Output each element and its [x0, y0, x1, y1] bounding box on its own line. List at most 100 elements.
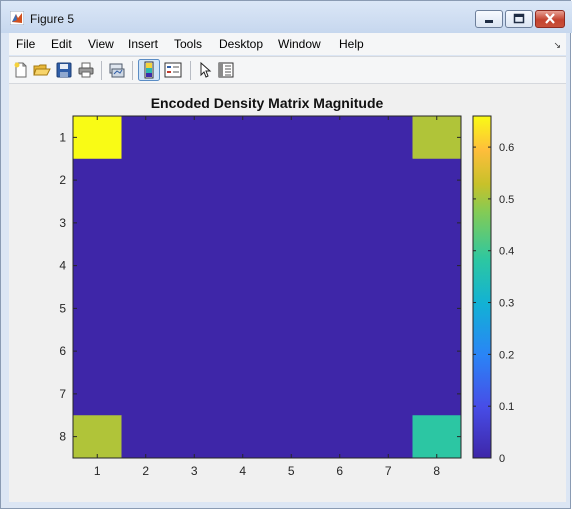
- heatmap-cell: [412, 116, 462, 160]
- heatmap-cell: [73, 158, 122, 202]
- heatmap-cell: [267, 287, 316, 331]
- y-tick-label: 3: [59, 216, 66, 230]
- heatmap-cell: [412, 244, 462, 288]
- heatmap-cell: [73, 329, 122, 373]
- heatmap-cell: [315, 244, 365, 288]
- x-tick-label: 5: [288, 464, 295, 478]
- menu-view[interactable]: View: [88, 37, 114, 51]
- menu-desktop[interactable]: Desktop: [219, 37, 263, 51]
- x-tick-label: 3: [191, 464, 198, 478]
- heatmap-cell: [218, 372, 268, 416]
- property-inspector-icon[interactable]: [217, 61, 235, 79]
- colorbar-tick-label: 0.3: [499, 298, 514, 310]
- heatmap-cell: [267, 372, 316, 416]
- link-plot-icon[interactable]: [108, 61, 126, 79]
- heatmap-cell: [267, 329, 316, 373]
- heatmap-cell: [364, 244, 413, 288]
- heatmap-cell: [73, 415, 122, 459]
- toolbar-separator: [190, 61, 191, 80]
- heatmap-cell: [315, 415, 365, 459]
- heatmap-cell: [218, 287, 268, 331]
- print-icon[interactable]: [77, 61, 95, 79]
- heatmap-cell: [315, 116, 365, 160]
- heatmap-cell: [364, 372, 413, 416]
- heatmap-cell: [218, 329, 268, 373]
- menu-tools[interactable]: Tools: [174, 37, 202, 51]
- heatmap-cell: [267, 116, 316, 160]
- title-bar[interactable]: Figure 5: [1, 1, 572, 33]
- menu-file[interactable]: File: [16, 37, 35, 51]
- heatmap-cell: [267, 244, 316, 288]
- minimize-button[interactable]: [475, 10, 503, 28]
- figure-window: Figure 5 File Edit View Insert Tools Des…: [0, 0, 572, 509]
- heatmap-cell: [412, 287, 462, 331]
- colorbar[interactable]: 0 0.1 0.2 0.3 0.4 0.5 0.6: [472, 115, 514, 465]
- heatmap-cell: [170, 244, 219, 288]
- heatmap-cell: [364, 415, 413, 459]
- y-tick-label: 7: [59, 387, 66, 401]
- x-tick-label: 7: [385, 464, 392, 478]
- pointer-icon[interactable]: [196, 61, 214, 79]
- y-tick-label: 8: [59, 430, 66, 444]
- menu-window[interactable]: Window: [278, 37, 321, 51]
- y-tick-label: 2: [59, 173, 66, 187]
- heatmap-cell: [315, 158, 365, 202]
- close-button[interactable]: [535, 10, 565, 28]
- heatmap-cell: [170, 116, 219, 160]
- x-tick-label: 4: [239, 464, 246, 478]
- heatmap-cell: [412, 329, 462, 373]
- insert-colorbar-icon[interactable]: [138, 59, 160, 81]
- heatmap-cell: [218, 201, 268, 245]
- y-tick-label: 1: [59, 130, 66, 144]
- heatmap-cell: [364, 158, 413, 202]
- heatmap-cell: [315, 372, 365, 416]
- heatmap-cell: [315, 201, 365, 245]
- colorbar-tick-label: 0.1: [499, 401, 514, 413]
- colorbar-gradient: [473, 116, 491, 458]
- heatmap-cell: [218, 158, 268, 202]
- heatmap-cell: [170, 158, 219, 202]
- heatmap-cell: [315, 329, 365, 373]
- heatmap-cell: [73, 372, 122, 416]
- menu-insert[interactable]: Insert: [128, 37, 158, 51]
- heatmap-cell: [73, 116, 122, 160]
- colorbar-tick-label: 0: [499, 453, 505, 465]
- heatmap-cell: [267, 415, 316, 459]
- y-tick-label: 4: [59, 259, 66, 273]
- chart-title: Encoded Density Matrix Magnitude: [151, 95, 384, 111]
- heatmap-cell: [121, 287, 171, 331]
- maximize-icon: [513, 13, 525, 24]
- colorbar-tick-label: 0.4: [499, 246, 514, 258]
- open-file-icon[interactable]: [33, 61, 51, 79]
- maximize-button[interactable]: [505, 10, 533, 28]
- heatmap-cell: [170, 372, 219, 416]
- heatmap-cell: [315, 287, 365, 331]
- heatmap-cell: [218, 415, 268, 459]
- x-tick-label: 6: [336, 464, 343, 478]
- heatmap-cell: [170, 201, 219, 245]
- menu-edit[interactable]: Edit: [51, 37, 72, 51]
- heatmap-cell: [121, 372, 171, 416]
- heatmap-cell: [121, 158, 171, 202]
- toolbar-separator: [101, 61, 102, 80]
- colorbar-tick-label: 0.6: [499, 142, 514, 154]
- heatmap-cell: [412, 372, 462, 416]
- insert-legend-icon[interactable]: [164, 61, 182, 79]
- x-tick-label: 8: [433, 464, 440, 478]
- save-icon[interactable]: [55, 61, 73, 79]
- x-tick-label: 1: [94, 464, 101, 478]
- heatmap-cell: [170, 329, 219, 373]
- menu-help[interactable]: Help: [339, 37, 364, 51]
- dock-arrow-icon[interactable]: ↘: [553, 40, 561, 51]
- heatmap-cell: [267, 201, 316, 245]
- heatmap-cell: [73, 287, 122, 331]
- heatmap-cell: [218, 116, 268, 160]
- new-figure-icon[interactable]: [12, 61, 30, 79]
- heatmap-plot: Encoded Density Matrix Magnitude 1 2 3 4 5 6 7…: [59, 95, 514, 478]
- heatmap-cell: [121, 116, 171, 160]
- heatmap-cell: [73, 201, 122, 245]
- window-bottom-frame: [9, 502, 566, 508]
- heatmap-cell: [170, 287, 219, 331]
- heatmap-cell: [218, 244, 268, 288]
- heatmap-cell: [121, 329, 171, 373]
